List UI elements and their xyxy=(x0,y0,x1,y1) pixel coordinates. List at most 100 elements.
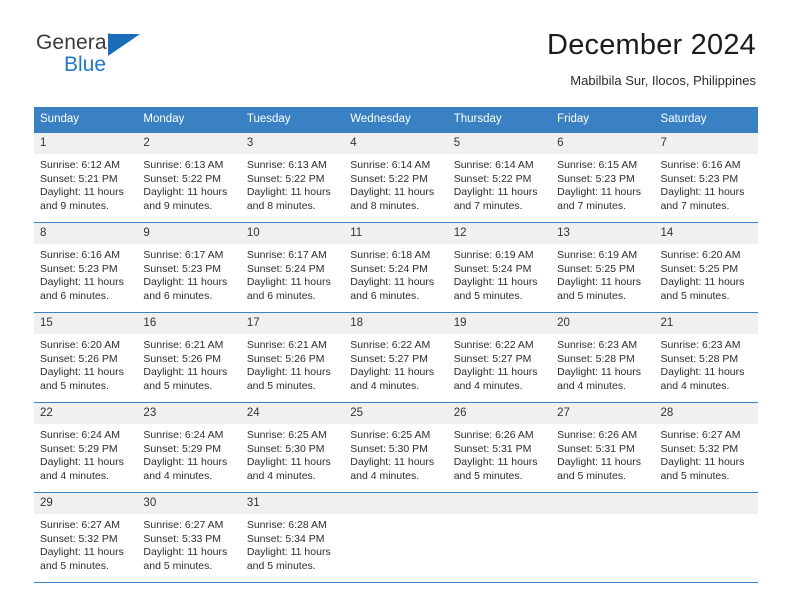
day-cell[interactable]: 10 Sunrise: 6:17 AM Sunset: 5:24 PM Dayligh… xyxy=(240,222,345,313)
sunrise-text: Sunrise: 6:28 AM xyxy=(246,519,327,531)
day-cell[interactable]: 17 Sunrise: 6:21 AM Sunset: 5:26 PM Dayligh… xyxy=(240,312,345,403)
day-cell[interactable]: 20 Sunrise: 6:23 AM Sunset: 5:28 PM Dayligh… xyxy=(551,312,655,403)
day-details: Sunrise: 6:14 AM Sunset: 5:22 PM Daylight:… xyxy=(344,154,447,213)
day-details: Sunrise: 6:17 AM Sunset: 5:24 PM Daylight:… xyxy=(241,244,344,303)
sunset-text: Sunset: 5:24 PM xyxy=(453,262,532,275)
day-cell[interactable]: 13 Sunrise: 6:19 AM Sunset: 5:25 PM Dayligh… xyxy=(551,222,655,313)
sunset-text: Sunset: 5:29 PM xyxy=(40,442,118,455)
sunrise-text: Sunrise: 6:12 AM xyxy=(40,159,120,171)
daylight-text: Daylight: 11 hours and 5 minutes. xyxy=(246,366,331,392)
day-details: Sunrise: 6:27 AM Sunset: 5:32 PM Daylight:… xyxy=(655,424,758,483)
sunset-text: Sunset: 5:34 PM xyxy=(246,532,325,545)
weekday-header-friday: Friday xyxy=(551,107,655,133)
daylight-text: Daylight: 11 hours and 5 minutes. xyxy=(40,366,124,392)
day-cell[interactable]: 26 Sunrise: 6:26 AM Sunset: 5:31 PM Dayligh… xyxy=(447,402,552,493)
day-cell[interactable]: 27 Sunrise: 6:26 AM Sunset: 5:31 PM Dayligh… xyxy=(551,402,655,493)
day-cell[interactable]: 21 Sunrise: 6:23 AM Sunset: 5:28 PM Dayligh… xyxy=(654,312,758,403)
day-details: Sunrise: 6:21 AM Sunset: 5:26 PM Daylight:… xyxy=(137,334,240,393)
daylight-text: Daylight: 11 hours and 5 minutes. xyxy=(143,546,228,572)
title-block: December 2024 Mabilbila Sur, Ilocos, Phi… xyxy=(547,26,756,90)
sunset-text: Sunset: 5:24 PM xyxy=(350,262,428,275)
day-cell[interactable]: 22 Sunrise: 6:24 AM Sunset: 5:29 PM Dayligh… xyxy=(34,402,138,493)
day-cell[interactable]: 3 Sunrise: 6:13 AM Sunset: 5:22 PM Daylight… xyxy=(240,132,345,223)
day-number: 18 xyxy=(344,313,448,334)
sunrise-text: Sunrise: 6:26 AM xyxy=(453,429,534,441)
daylight-text: Daylight: 11 hours and 5 minutes. xyxy=(143,366,228,392)
sunrise-text: Sunrise: 6:27 AM xyxy=(40,519,120,531)
day-details: Sunrise: 6:26 AM Sunset: 5:31 PM Daylight:… xyxy=(448,424,551,483)
calendar-week-row: 22 Sunrise: 6:24 AM Sunset: 5:29 PM Dayligh… xyxy=(34,402,758,493)
day-details: Sunrise: 6:24 AM Sunset: 5:29 PM Daylight:… xyxy=(137,424,240,483)
day-details: Sunrise: 6:16 AM Sunset: 5:23 PM Daylight:… xyxy=(34,244,137,303)
daylight-text: Daylight: 11 hours and 8 minutes. xyxy=(350,186,435,212)
day-number: 24 xyxy=(240,403,345,424)
day-cell[interactable]: 2 Sunrise: 6:13 AM Sunset: 5:22 PM Daylight… xyxy=(137,132,241,223)
calendar-week-row: 1 Sunrise: 6:12 AM Sunset: 5:21 PM Daylight… xyxy=(34,132,758,223)
day-cell[interactable]: 18 Sunrise: 6:22 AM Sunset: 5:27 PM Dayligh… xyxy=(344,312,448,403)
day-cell[interactable]: 11 Sunrise: 6:18 AM Sunset: 5:24 PM Dayligh… xyxy=(344,222,448,313)
sunrise-text: Sunrise: 6:13 AM xyxy=(246,159,327,171)
day-cell[interactable]: 6 Sunrise: 6:15 AM Sunset: 5:23 PM Daylight… xyxy=(551,132,655,223)
day-cell[interactable]: 8 Sunrise: 6:16 AM Sunset: 5:23 PM Daylight… xyxy=(34,222,138,313)
sunrise-text: Sunrise: 6:25 AM xyxy=(350,429,431,441)
day-cell-empty xyxy=(654,492,758,583)
daylight-text: Daylight: 11 hours and 5 minutes. xyxy=(660,456,745,482)
sunset-text: Sunset: 5:21 PM xyxy=(40,172,118,185)
day-cell[interactable]: 4 Sunrise: 6:14 AM Sunset: 5:22 PM Daylight… xyxy=(344,132,448,223)
day-number: 26 xyxy=(447,403,552,424)
page-header: General Blue December 2024 Mabilbila Sur… xyxy=(0,0,792,90)
day-details: Sunrise: 6:19 AM Sunset: 5:24 PM Daylight:… xyxy=(448,244,551,303)
day-cell[interactable]: 30 Sunrise: 6:27 AM Sunset: 5:33 PM Dayligh… xyxy=(137,492,241,583)
daylight-text: Daylight: 11 hours and 5 minutes. xyxy=(453,276,538,302)
brand-name-bottom: Blue xyxy=(64,53,107,76)
day-number: 13 xyxy=(551,223,655,244)
sunrise-text: Sunrise: 6:19 AM xyxy=(557,249,638,261)
day-cell[interactable]: 12 Sunrise: 6:19 AM Sunset: 5:24 PM Dayligh… xyxy=(447,222,552,313)
day-number: 27 xyxy=(551,403,655,424)
day-cell[interactable]: 29 Sunrise: 6:27 AM Sunset: 5:32 PM Dayligh… xyxy=(34,492,138,583)
triangle-logo-icon xyxy=(108,34,140,56)
sunrise-text: Sunrise: 6:27 AM xyxy=(143,519,224,531)
daylight-text: Daylight: 11 hours and 9 minutes. xyxy=(143,186,228,212)
day-cell[interactable]: 28 Sunrise: 6:27 AM Sunset: 5:32 PM Dayligh… xyxy=(654,402,758,493)
weekday-header-tuesday: Tuesday xyxy=(240,107,345,133)
day-cell[interactable]: 31 Sunrise: 6:28 AM Sunset: 5:34 PM Dayligh… xyxy=(240,492,345,583)
day-cell[interactable]: 23 Sunrise: 6:24 AM Sunset: 5:29 PM Dayligh… xyxy=(137,402,241,493)
day-cell[interactable]: 9 Sunrise: 6:17 AM Sunset: 5:23 PM Daylight… xyxy=(137,222,241,313)
sunset-text: Sunset: 5:33 PM xyxy=(143,532,222,545)
calendar-week-row: 8 Sunrise: 6:16 AM Sunset: 5:23 PM Daylight… xyxy=(34,222,758,313)
sunrise-text: Sunrise: 6:17 AM xyxy=(246,249,327,261)
daylight-text: Daylight: 11 hours and 5 minutes. xyxy=(660,276,745,302)
daylight-text: Daylight: 11 hours and 7 minutes. xyxy=(557,186,641,212)
day-cell[interactable]: 1 Sunrise: 6:12 AM Sunset: 5:21 PM Daylight… xyxy=(34,132,138,223)
sunset-text: Sunset: 5:29 PM xyxy=(143,442,222,455)
sunset-text: Sunset: 5:22 PM xyxy=(453,172,532,185)
day-cell[interactable]: 7 Sunrise: 6:16 AM Sunset: 5:23 PM Daylight… xyxy=(654,132,758,223)
day-cell[interactable]: 16 Sunrise: 6:21 AM Sunset: 5:26 PM Dayligh… xyxy=(137,312,241,403)
daylight-text: Daylight: 11 hours and 6 minutes. xyxy=(143,276,228,302)
day-details: Sunrise: 6:19 AM Sunset: 5:25 PM Daylight:… xyxy=(551,244,654,303)
day-number xyxy=(344,493,448,514)
day-details: Sunrise: 6:22 AM Sunset: 5:27 PM Daylight:… xyxy=(448,334,551,393)
sunset-text: Sunset: 5:23 PM xyxy=(660,172,739,185)
daylight-text: Daylight: 11 hours and 4 minutes. xyxy=(143,456,228,482)
day-cell[interactable]: 19 Sunrise: 6:22 AM Sunset: 5:27 PM Dayligh… xyxy=(447,312,552,403)
sunrise-text: Sunrise: 6:16 AM xyxy=(660,159,741,171)
day-details: Sunrise: 6:21 AM Sunset: 5:26 PM Daylight:… xyxy=(241,334,344,393)
sunrise-text: Sunrise: 6:26 AM xyxy=(557,429,638,441)
sunset-text: Sunset: 5:32 PM xyxy=(40,532,118,545)
day-number: 23 xyxy=(137,403,241,424)
day-cell[interactable]: 24 Sunrise: 6:25 AM Sunset: 5:30 PM Dayligh… xyxy=(240,402,345,493)
sunrise-text: Sunrise: 6:14 AM xyxy=(453,159,534,171)
day-number: 14 xyxy=(654,223,758,244)
day-cell[interactable]: 15 Sunrise: 6:20 AM Sunset: 5:26 PM Dayligh… xyxy=(34,312,138,403)
weekday-header-sunday: Sunday xyxy=(34,107,138,133)
day-details: Sunrise: 6:13 AM Sunset: 5:22 PM Daylight:… xyxy=(137,154,240,213)
day-cell[interactable]: 5 Sunrise: 6:14 AM Sunset: 5:22 PM Daylight… xyxy=(447,132,552,223)
day-number: 6 xyxy=(551,133,655,154)
sunset-text: Sunset: 5:27 PM xyxy=(350,352,428,365)
daylight-text: Daylight: 11 hours and 7 minutes. xyxy=(453,186,538,212)
day-cell[interactable]: 25 Sunrise: 6:25 AM Sunset: 5:30 PM Dayligh… xyxy=(344,402,448,493)
sunrise-text: Sunrise: 6:20 AM xyxy=(40,339,120,351)
day-cell[interactable]: 14 Sunrise: 6:20 AM Sunset: 5:25 PM Dayligh… xyxy=(654,222,758,313)
